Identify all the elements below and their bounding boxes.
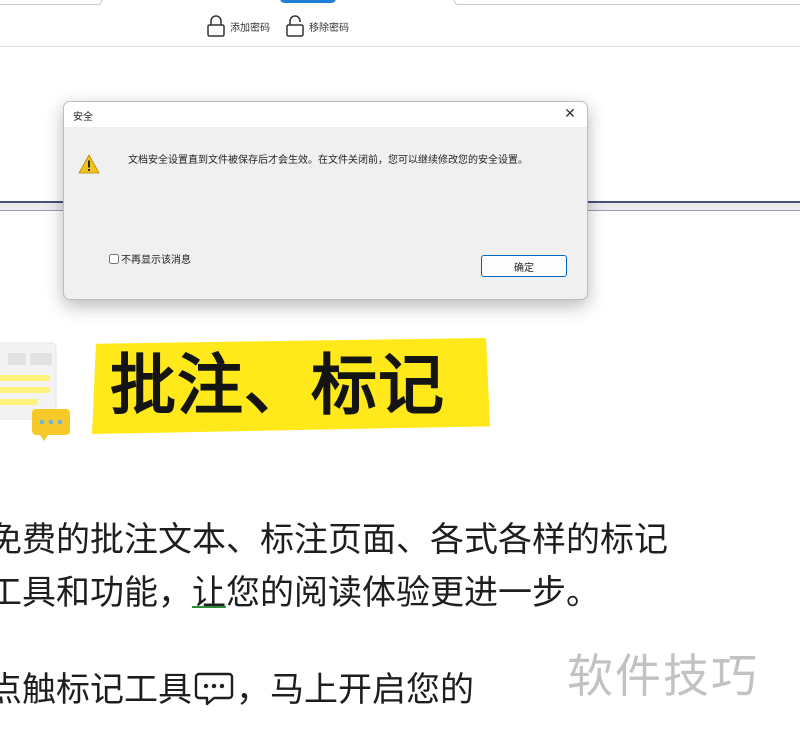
add-password-label: 添加密码 <box>230 22 270 34</box>
paragraph-line-2: 工具和功能，让您的阅读体验更进一步。 <box>0 567 600 620</box>
page-heading: 批注、标记 <box>110 347 445 424</box>
underlined-word: 让 <box>192 573 226 613</box>
watermark: 软件技巧 <box>567 649 759 703</box>
toolbar: 添加密码 移除密码 <box>0 0 800 47</box>
remove-password-label: 移除密码 <box>309 22 349 34</box>
annotation-illustration <box>0 335 80 459</box>
paragraph-line-2-start: 工具和功能， <box>0 573 192 613</box>
checkbox-label: 不再显示该消息 <box>121 255 191 266</box>
security-dialog: 安全 ✕ 文档安全设置直到文件被保存后才会生效。在文件关闭前，您可以继续修改您的… <box>63 101 588 300</box>
lock-icon <box>205 14 227 38</box>
dialog-message: 文档安全设置直到文件被保存后才会生效。在文件关闭前，您可以继续修改您的安全设置。 <box>128 155 528 166</box>
chat-bubble-icon <box>194 670 234 723</box>
warning-icon <box>78 154 100 178</box>
paragraph-tap-start: 点触标记工具 <box>0 670 192 710</box>
paragraph-tap-end: ，马上开启您的 <box>236 670 474 710</box>
ok-button[interactable]: 确定 <box>481 255 567 277</box>
dont-show-again-checkbox[interactable]: 不再显示该消息 <box>109 251 191 266</box>
dialog-titlebar: 安全 ✕ <box>64 102 587 127</box>
close-button[interactable]: ✕ <box>559 104 581 124</box>
add-password-button[interactable]: 添加密码 <box>205 13 270 39</box>
toolbar-left-field[interactable] <box>0 0 102 5</box>
remove-password-button[interactable]: 移除密码 <box>284 13 349 39</box>
unlock-icon <box>284 14 306 38</box>
page: 添加密码 移除密码 安全 ✕ 文档安全设置直到文件被保存后才会生效。在文件关闭前… <box>0 0 800 733</box>
paragraph-tap-tool: 点触标记工具 ，马上开启您的 <box>0 664 474 723</box>
heading-block: 批注、标记 <box>92 338 490 434</box>
paragraph-line-2-end: 您的阅读体验更进一步。 <box>226 573 600 613</box>
toolbar-right-field[interactable] <box>454 0 800 5</box>
dialog-title: 安全 <box>73 112 93 123</box>
checkbox-input[interactable] <box>109 253 119 264</box>
toolbar-primary-button[interactable] <box>280 0 336 3</box>
close-icon: ✕ <box>564 106 576 122</box>
paragraph-line-1: 免费的批注文本、标注页面、各式各样的标记 <box>0 520 668 560</box>
